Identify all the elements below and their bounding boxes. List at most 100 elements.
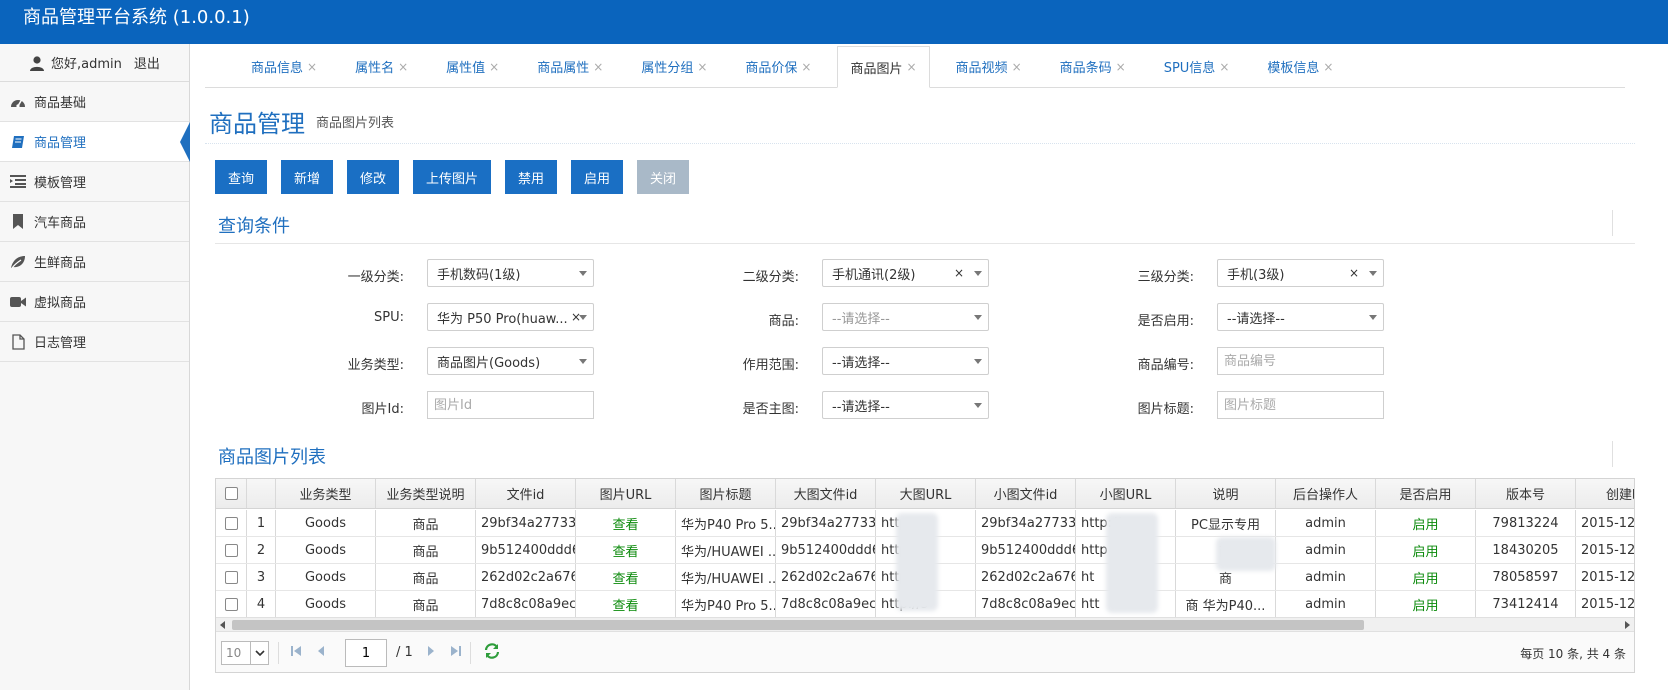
column-header[interactable]: 后台操作人: [1276, 479, 1376, 508]
title-divider: [205, 143, 1635, 144]
cell-text: 商品: [412, 598, 439, 614]
view-image-link[interactable]: 查看: [612, 595, 638, 614]
pic-title-input[interactable]: [1217, 391, 1384, 419]
add-button[interactable]: 新增: [281, 160, 333, 194]
pic-id-input[interactable]: [427, 391, 594, 419]
row-checkbox[interactable]: [224, 543, 238, 557]
current-page-input[interactable]: [345, 639, 387, 667]
column-header[interactable]: 是否启用: [1376, 479, 1476, 508]
column-header[interactable]: 小图URL: [1076, 479, 1176, 508]
is-main-select[interactable]: --请选择--: [822, 391, 989, 419]
scroll-left-icon[interactable]: [220, 621, 225, 629]
horizontal-scrollbar[interactable]: [216, 617, 1634, 631]
tab-close-icon[interactable]: ×: [1116, 60, 1126, 74]
view-image-link[interactable]: 查看: [612, 514, 638, 533]
disable-button[interactable]: 禁用: [505, 160, 557, 194]
cell-enabled: 启用: [1376, 564, 1476, 590]
scroll-right-icon[interactable]: [1625, 621, 1630, 629]
scrollbar-thumb[interactable]: [232, 620, 1364, 630]
tab-spu-info[interactable]: SPU信息 ×: [1152, 46, 1242, 87]
clear-icon[interactable]: ×: [954, 266, 964, 280]
enable-button[interactable]: 启用: [571, 160, 623, 194]
close-button[interactable]: 关闭: [637, 160, 689, 194]
row-number-header: [247, 479, 276, 508]
cat1-select[interactable]: 手机数码(1级): [427, 259, 594, 287]
prev-page-icon[interactable]: [316, 645, 326, 660]
page-size-select[interactable]: 10: [221, 641, 269, 665]
tab-goods-barcode[interactable]: 商品条码 ×: [1048, 46, 1138, 87]
sidebar-item-fresh-goods[interactable]: 生鲜商品: [0, 242, 189, 282]
tab-close-icon[interactable]: ×: [1219, 60, 1229, 74]
last-page-icon[interactable]: [450, 645, 462, 660]
tab-close-icon[interactable]: ×: [906, 60, 916, 74]
cell-biz: Goods: [276, 564, 376, 590]
refresh-icon[interactable]: [484, 643, 500, 662]
clear-icon[interactable]: ×: [1349, 266, 1359, 280]
tab-goods-info[interactable]: 商品信息 ×: [239, 46, 329, 87]
first-page-icon[interactable]: [290, 645, 302, 660]
logout-link[interactable]: 退出: [134, 53, 160, 72]
column-header[interactable]: 小图文件id: [976, 479, 1076, 508]
sidebar-item-goods-manage[interactable]: 商品管理: [0, 122, 190, 162]
tab-attr-value[interactable]: 属性值 ×: [434, 46, 511, 87]
sidebar-item-goods-base[interactable]: 商品基础: [0, 82, 189, 122]
column-header[interactable]: 图片URL: [576, 479, 676, 508]
scope-select[interactable]: --请选择--: [822, 347, 989, 375]
goods-select[interactable]: --请选择--: [822, 303, 989, 331]
enabled-select[interactable]: --请选择--: [1217, 303, 1384, 331]
row-checkbox[interactable]: [224, 597, 238, 611]
column-header[interactable]: 版本号: [1476, 479, 1576, 508]
sidebar-item-virtual-goods[interactable]: 虚拟商品: [0, 282, 189, 322]
tab-close-icon[interactable]: ×: [593, 60, 603, 74]
tab-goods-attr[interactable]: 商品属性 ×: [525, 46, 615, 87]
tab-goods-video[interactable]: 商品视频 ×: [944, 46, 1034, 87]
column-header[interactable]: 大图URL: [876, 479, 976, 508]
view-image-link[interactable]: 查看: [612, 568, 638, 587]
tab-template-info[interactable]: 模板信息 ×: [1255, 46, 1345, 87]
tab-price-protect[interactable]: 商品价保 ×: [733, 46, 823, 87]
tab-goods-image[interactable]: 商品图片 ×: [837, 46, 930, 88]
edit-button[interactable]: 修改: [347, 160, 399, 194]
cat3-select[interactable]: 手机(3级) ×: [1217, 259, 1384, 287]
column-header[interactable]: 说明: [1176, 479, 1276, 508]
tab-close-icon[interactable]: ×: [697, 60, 707, 74]
is-main-value: --请选择--: [832, 399, 890, 415]
sidebar-item-log-manage[interactable]: 日志管理: [0, 322, 189, 362]
cell-text: 73412414: [1492, 596, 1559, 612]
sidebar-item-template-manage[interactable]: 模板管理: [0, 162, 189, 202]
upload-image-button[interactable]: 上传图片: [413, 160, 491, 194]
tab-bar: 商品信息 × 属性名 × 属性值 × 商品属性 × 属性分组 × 商品价保 × 商品图片 × …: [205, 46, 1625, 88]
column-header[interactable]: 创建时: [1576, 479, 1634, 508]
image-list-table: 业务类型 业务类型说明 文件id 图片URL 图片标题 大图文件id 大图URL…: [215, 478, 1635, 673]
column-header[interactable]: 文件id: [476, 479, 576, 508]
row-checkbox[interactable]: [224, 516, 238, 530]
cat2-select[interactable]: 手机通讯(2级) ×: [822, 259, 989, 287]
column-header[interactable]: 业务类型: [276, 479, 376, 508]
select-all-checkbox[interactable]: [224, 487, 238, 500]
column-header[interactable]: 大图文件id: [776, 479, 876, 508]
row-checkbox[interactable]: [224, 570, 238, 584]
tab-close-icon[interactable]: ×: [307, 60, 317, 74]
tab-close-icon[interactable]: ×: [489, 60, 499, 74]
tab-attr-group[interactable]: 属性分组 ×: [629, 46, 719, 87]
cell-version: 73412414: [1476, 591, 1576, 617]
file-icon: [10, 333, 26, 350]
biz-type-select[interactable]: 商品图片(Goods): [427, 347, 594, 375]
view-image-link[interactable]: 查看: [612, 541, 638, 560]
column-header[interactable]: 图片标题: [676, 479, 776, 508]
tab-close-icon[interactable]: ×: [1323, 60, 1333, 74]
sidebar-item-car-goods[interactable]: 汽车商品: [0, 202, 189, 242]
cell-enabled: 启用: [1376, 591, 1476, 617]
next-page-icon[interactable]: [426, 645, 436, 660]
cell-text: 华为/HUAWEI ...: [681, 571, 776, 587]
tab-close-icon[interactable]: ×: [398, 60, 408, 74]
spu-select[interactable]: 华为 P50 Pro(huaw... ×: [427, 303, 594, 331]
biz-type-label: 业务类型:: [347, 358, 404, 373]
query-button[interactable]: 查询: [215, 160, 267, 194]
tab-close-icon[interactable]: ×: [801, 60, 811, 74]
column-header[interactable]: 业务类型说明: [376, 479, 476, 508]
goods-no-input[interactable]: [1217, 347, 1384, 375]
tab-attr-name[interactable]: 属性名 ×: [343, 46, 420, 87]
cell-text: admin: [1305, 515, 1346, 531]
tab-close-icon[interactable]: ×: [1012, 60, 1022, 74]
